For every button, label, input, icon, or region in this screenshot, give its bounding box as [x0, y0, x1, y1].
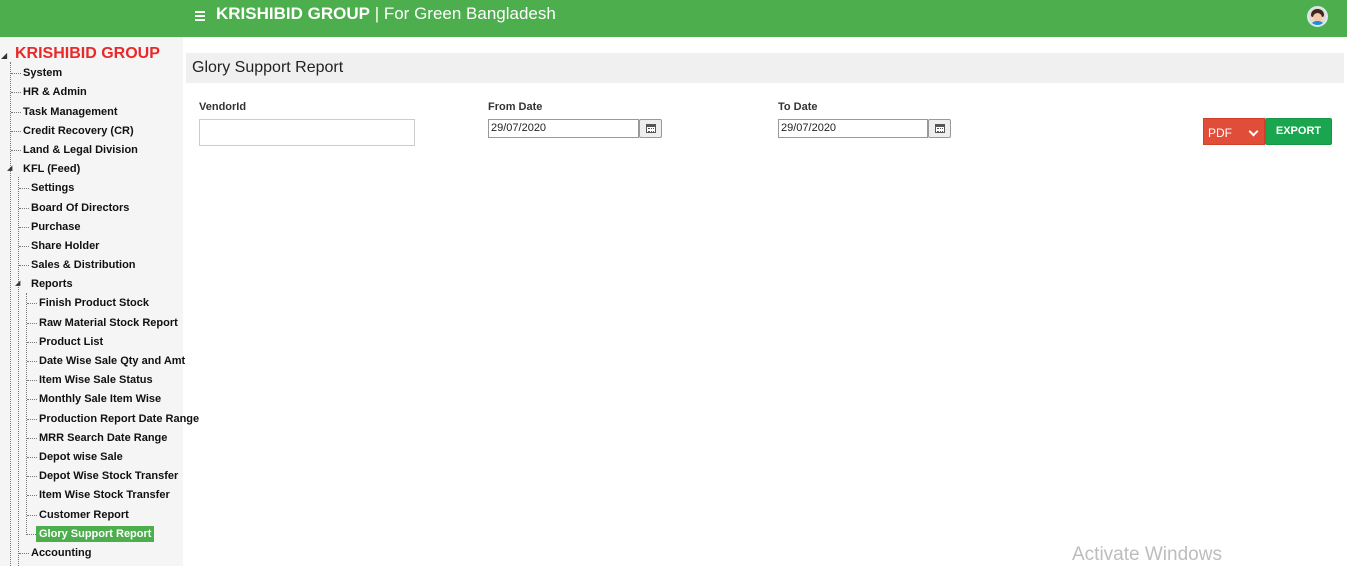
hamburger-menu-icon[interactable] [195, 11, 205, 21]
from-date-calendar-icon[interactable] [639, 119, 662, 138]
sidebar-item-share-holder[interactable]: Share Holder [31, 239, 99, 253]
sidebar-item-glory-support-report[interactable]: Glory Support Report [36, 526, 155, 542]
sidebar-item-production-report-date-range[interactable]: Production Report Date Range [39, 412, 199, 426]
app-brand: KRISHIBID GROUP | For Green Bangladesh [216, 5, 556, 23]
sidebar-item-product-list[interactable]: Product List [39, 335, 103, 349]
to-date-input[interactable]: 29/07/2020 [778, 119, 928, 138]
sidebar-item-system[interactable]: System [23, 66, 62, 80]
from-date-input[interactable]: 29/07/2020 [488, 119, 639, 138]
vendor-id-input[interactable] [199, 119, 415, 146]
to-date-calendar-icon[interactable] [928, 119, 951, 138]
sidebar-item-kfl-feed[interactable]: KFL (Feed) [23, 162, 80, 176]
export-format-select[interactable]: PDF [1203, 118, 1265, 145]
sidebar-item-reports[interactable]: Reports [31, 277, 73, 291]
sidebar-item-settings[interactable]: Settings [31, 181, 74, 195]
sidebar-item-board-of-directors[interactable]: Board Of Directors [31, 201, 129, 215]
page-title: Glory Support Report [192, 59, 344, 76]
sidebar-item-item-wise-sale-status[interactable]: Item Wise Sale Status [39, 373, 153, 387]
sidebar-item-purchase[interactable]: Purchase [31, 220, 81, 234]
sidebar-item-sales-distribution[interactable]: Sales & Distribution [31, 258, 136, 272]
sidebar-item-mrr-search-date-range[interactable]: MRR Search Date Range [39, 431, 167, 445]
sidebar-tree: ◢ KRISHIBID GROUP System HR & Admin Task… [0, 37, 199, 566]
sidebar-item-task-management[interactable]: Task Management [23, 105, 118, 119]
sidebar-item-monthly-sale-item-wise[interactable]: Monthly Sale Item Wise [39, 392, 161, 406]
tree-root-label[interactable]: KRISHIBID GROUP [15, 45, 160, 63]
to-date-label: To Date [778, 101, 818, 113]
sidebar-item-depot-wise-sale[interactable]: Depot wise Sale [39, 450, 123, 464]
top-navbar: KRISHIBID GROUP | For Green Bangladesh [0, 0, 1347, 37]
vendor-id-label: VendorId [199, 101, 247, 113]
tree-collapse-icon[interactable]: ◢ [1, 51, 7, 60]
sidebar-item-land-legal[interactable]: Land & Legal Division [23, 143, 138, 157]
reports-collapse-icon[interactable]: ◢ [15, 280, 20, 288]
brand-tagline: For Green Bangladesh [383, 4, 556, 23]
sidebar-item-item-wise-stock-transfer[interactable]: Item Wise Stock Transfer [39, 488, 170, 502]
kfl-collapse-icon[interactable]: ◢ [7, 165, 12, 173]
sidebar-item-customer-report[interactable]: Customer Report [39, 508, 129, 522]
from-date-label: From Date [488, 101, 543, 113]
chevron-down-icon [1248, 126, 1259, 137]
export-button[interactable]: EXPORT [1265, 118, 1332, 145]
page-header: Glory Support Report [186, 53, 1344, 83]
sidebar-item-hr-admin[interactable]: HR & Admin [23, 85, 87, 99]
activate-windows-watermark: Activate Windows [1072, 544, 1222, 565]
sidebar-item-finish-product-stock[interactable]: Finish Product Stock [39, 296, 149, 310]
brand-name: KRISHIBID GROUP [216, 4, 370, 23]
export-format-value: PDF [1208, 126, 1232, 140]
sidebar-item-credit-recovery[interactable]: Credit Recovery (CR) [23, 124, 134, 138]
sidebar-item-accounting[interactable]: Accounting [31, 546, 92, 560]
sidebar-item-depot-wise-stock-transfer[interactable]: Depot Wise Stock Transfer [39, 469, 178, 483]
sidebar-item-date-wise-sale[interactable]: Date Wise Sale Qty and Amt [39, 354, 185, 368]
brand-separator: | [369, 4, 384, 23]
sidebar-item-raw-material-stock-report[interactable]: Raw Material Stock Report [39, 316, 178, 330]
user-avatar-icon[interactable] [1307, 6, 1328, 27]
